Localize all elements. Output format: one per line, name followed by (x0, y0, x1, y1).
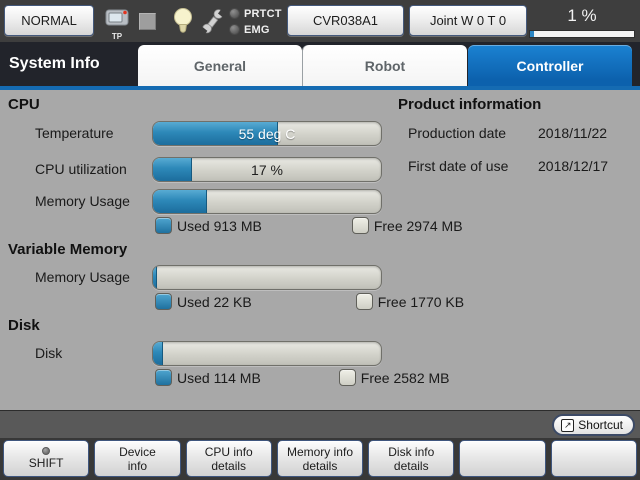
fkey-device-info-button[interactable]: Device info (94, 440, 180, 477)
disk-legend: Used 114 MB Free 2582 MB (155, 369, 455, 386)
program-name-button[interactable]: CVR038A1 (287, 5, 404, 36)
fkey-disk-info-details-button[interactable]: Disk info details (368, 440, 454, 477)
prtct-label: PRTCT (244, 8, 282, 20)
speed-indicator: 1 % (529, 4, 635, 38)
variable-memory-usage-bar-fill (153, 266, 157, 289)
fkey-label: Device info (119, 445, 156, 473)
disk-bar (152, 341, 382, 366)
tp-icon-label: TP (103, 33, 131, 41)
stop-square-icon (139, 13, 156, 30)
tab-controller[interactable]: Controller (468, 45, 632, 86)
shortcut-window-icon: ↗ (561, 419, 574, 432)
temperature-bar-text: 55 deg C (153, 122, 381, 145)
production-date-label: Production date (408, 125, 506, 141)
fkey-empty-button[interactable] (551, 440, 637, 477)
cpu-memory-free-value: Free 2974 MB (374, 218, 463, 234)
free-chip-icon (339, 369, 356, 386)
first-use-date-label: First date of use (408, 158, 508, 174)
cpu-utilization-bar: 17 % (152, 157, 382, 182)
free-chip-icon (352, 217, 369, 234)
disk-label: Disk (35, 345, 62, 361)
variable-memory-used-value: Used 22 KB (177, 294, 252, 310)
fkey-label: CPU info details (205, 445, 253, 473)
title-bar: System Info General Robot Controller (0, 42, 640, 86)
cpu-memory-usage-bar-fill (153, 190, 207, 213)
cpu-section-heading: CPU (8, 96, 40, 113)
prtct-indicator: PRTCT (229, 6, 282, 21)
used-chip-icon (155, 369, 172, 386)
shortcut-button-label: Shortcut (578, 418, 623, 432)
fkey-label: Disk info details (388, 445, 434, 473)
speed-value: 1 % (529, 4, 635, 28)
fkey-empty-button[interactable] (459, 440, 545, 477)
variable-memory-legend: Used 22 KB Free 1770 KB (155, 293, 455, 310)
fkey-label: Memory info details (287, 445, 353, 473)
fkey-memory-info-details-button[interactable]: Memory info details (277, 440, 363, 477)
cpu-utilization-bar-text: 17 % (153, 158, 381, 181)
fkey-cpu-info-details-button[interactable]: CPU info details (186, 440, 272, 477)
function-key-bar: SHIFT Device info CPU info details Memor… (0, 438, 640, 480)
status-bar: NORMAL TP PRTCT (0, 0, 640, 42)
shift-led-icon (42, 447, 50, 455)
wrench-icon (200, 8, 226, 40)
emg-indicator: EMG (229, 22, 282, 37)
emg-label: EMG (244, 24, 270, 36)
shortcut-button[interactable]: ↗ Shortcut (552, 414, 635, 436)
variable-memory-usage-label: Memory Usage (35, 269, 130, 285)
speed-progress-bar (529, 30, 635, 38)
speed-progress-fill (530, 31, 534, 37)
controller-info-panel: CPU Temperature 55 deg C CPU utilization… (0, 90, 640, 410)
disk-used-value: Used 114 MB (177, 370, 261, 386)
temperature-label: Temperature (35, 125, 114, 141)
variable-memory-usage-bar (152, 265, 382, 290)
tab-general[interactable]: General (138, 45, 302, 86)
tab-robot[interactable]: Robot (303, 45, 467, 86)
page-title: System Info (9, 42, 100, 86)
safety-indicators: PRTCT EMG (229, 6, 282, 38)
product-info-heading: Product information (398, 96, 541, 113)
cpu-memory-usage-label: Memory Usage (35, 193, 130, 209)
cpu-memory-used-value: Used 913 MB (177, 218, 262, 234)
fkey-label: SHIFT (29, 456, 64, 470)
free-chip-icon (356, 293, 373, 310)
emg-led-icon (229, 24, 240, 35)
teach-pendant-icon: TP (103, 8, 131, 41)
cpu-memory-usage-bar (152, 189, 382, 214)
prtct-led-icon (229, 8, 240, 19)
used-chip-icon (155, 217, 172, 234)
used-chip-icon (155, 293, 172, 310)
temperature-bar: 55 deg C (152, 121, 382, 146)
cpu-utilization-label: CPU utilization (35, 161, 127, 177)
production-date-value: 2018/11/22 (538, 125, 607, 141)
variable-memory-free-value: Free 1770 KB (378, 294, 464, 310)
first-use-date-value: 2018/12/17 (538, 158, 608, 174)
variable-memory-section-heading: Variable Memory (8, 241, 127, 258)
mode-status-button[interactable]: NORMAL (4, 5, 94, 36)
disk-bar-fill (153, 342, 163, 365)
fkey-shift-button[interactable]: SHIFT (3, 440, 89, 477)
disk-section-heading: Disk (8, 317, 40, 334)
lamp-bulb-icon (172, 7, 194, 40)
cpu-memory-legend: Used 913 MB Free 2974 MB (155, 217, 455, 234)
disk-free-value: Free 2582 MB (361, 370, 450, 386)
shortcut-strip: ↗ Shortcut (0, 410, 640, 438)
coordinate-mode-button[interactable]: Joint W 0 T 0 (409, 5, 527, 36)
